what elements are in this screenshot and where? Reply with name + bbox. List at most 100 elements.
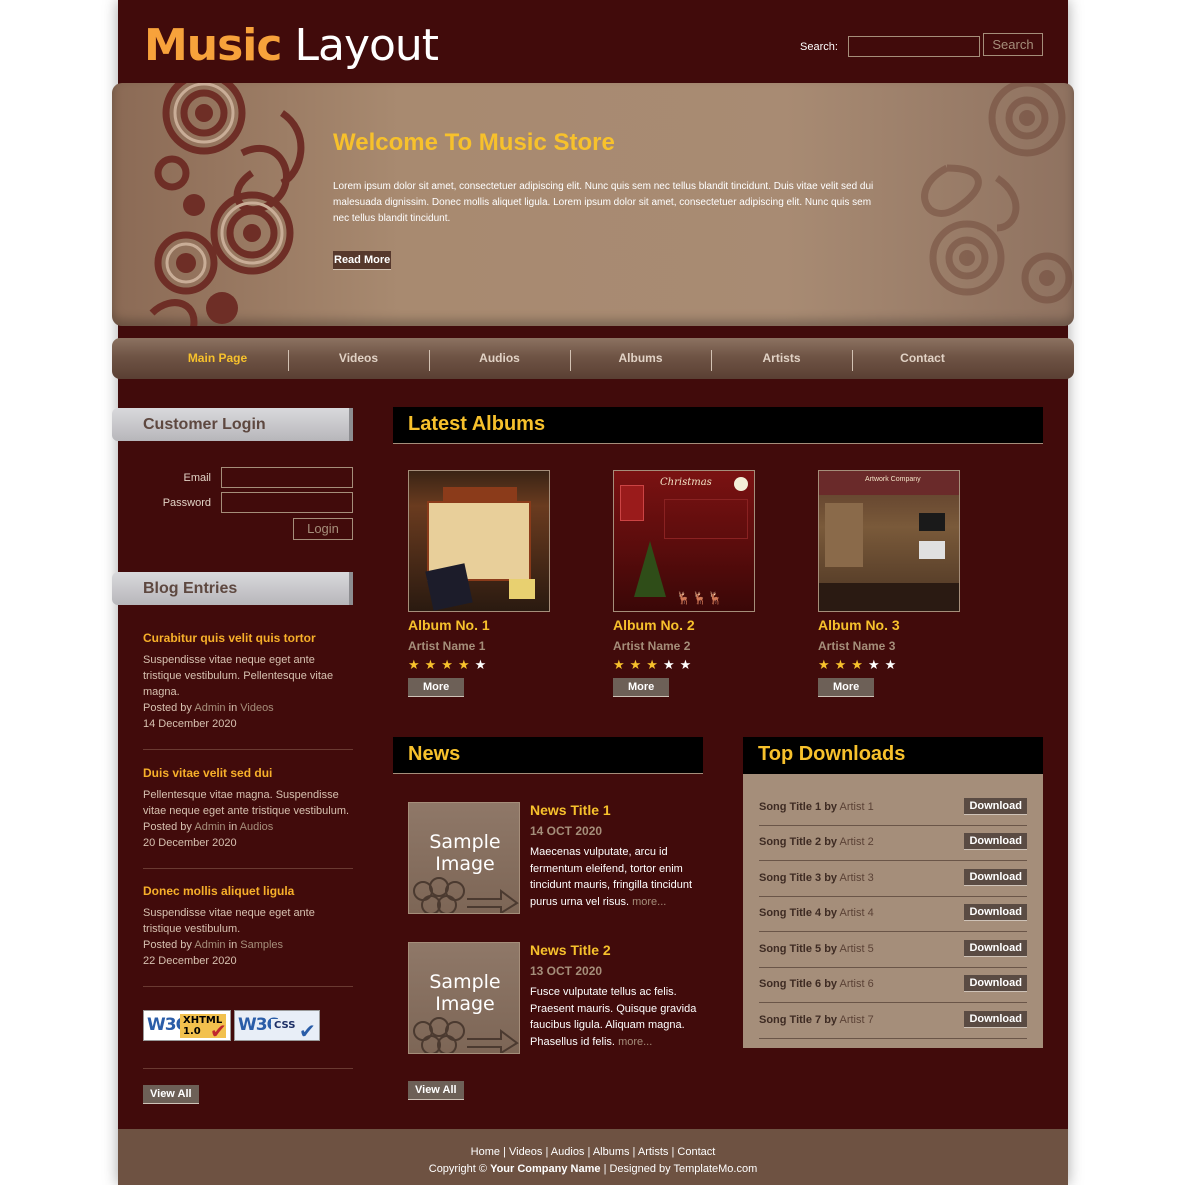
download-row: Song Title 3 by Artist 3 Download: [759, 861, 1027, 897]
search-input[interactable]: [848, 36, 980, 57]
author-link[interactable]: Admin: [194, 702, 225, 714]
blog-entry-title[interactable]: Curabitur quis velit quis tortor: [143, 631, 353, 645]
album-card: Artwork Company Album No. 3 Artist Name …: [818, 470, 968, 697]
blog-entry-title[interactable]: Duis vitae velit sed dui: [143, 766, 353, 780]
nav-item-artists[interactable]: Artists: [711, 351, 852, 365]
w3c-css-badge[interactable]: W3C CSS ✔: [234, 1010, 320, 1043]
footer-link-artists[interactable]: Artists: [638, 1146, 669, 1158]
footer-link-albums[interactable]: Albums: [593, 1146, 630, 1158]
by-label: by: [824, 872, 838, 884]
footer-link-home[interactable]: Home: [471, 1146, 500, 1158]
customer-login-header: Customer Login: [112, 408, 353, 441]
copyright-prefix: Copyright ©: [428, 1163, 487, 1175]
download-button[interactable]: Download: [964, 1011, 1027, 1028]
category-link[interactable]: Videos: [240, 702, 273, 714]
album-more-button[interactable]: More: [408, 678, 465, 697]
password-label: Password: [162, 497, 211, 509]
news-image[interactable]: Sample Image: [408, 802, 520, 914]
song-artist: Artist 7: [839, 1014, 874, 1026]
album-title[interactable]: Album No. 1: [408, 617, 558, 633]
email-label: Email: [183, 472, 211, 484]
news-view-all-button[interactable]: View All: [408, 1081, 464, 1100]
by-label: by: [824, 943, 838, 955]
album-more-button[interactable]: More: [818, 678, 875, 697]
song-title[interactable]: Song Title 2: [759, 836, 821, 848]
footer-link-audios[interactable]: Audios: [551, 1146, 585, 1158]
category-link[interactable]: Samples: [240, 939, 283, 951]
category-link[interactable]: Audios: [240, 821, 274, 833]
divider: [143, 986, 353, 987]
author-link[interactable]: Admin: [194, 939, 225, 951]
news-item-title[interactable]: News Title 1: [530, 802, 611, 818]
news-image[interactable]: Sample Image: [408, 942, 520, 1054]
song-title[interactable]: Song Title 7: [759, 1014, 821, 1026]
author-link[interactable]: Admin: [194, 821, 225, 833]
by-label: by: [824, 801, 838, 813]
posted-by-label: Posted by: [143, 702, 192, 714]
news-more-link[interactable]: more...: [632, 896, 666, 908]
album-cover-text-block: [664, 499, 748, 539]
download-button[interactable]: Download: [964, 798, 1027, 815]
download-song-info: Song Title 7 by Artist 7: [759, 1014, 874, 1026]
song-artist: Artist 2: [839, 836, 874, 848]
download-song-info: Song Title 3 by Artist 3: [759, 872, 874, 884]
designed-by[interactable]: | Designed by TemplateMo.com: [604, 1163, 758, 1175]
download-button[interactable]: Download: [964, 940, 1027, 957]
nav-item-audios[interactable]: Audios: [429, 351, 570, 365]
download-song-info: Song Title 4 by Artist 4: [759, 907, 874, 919]
email-field[interactable]: [221, 467, 353, 488]
news-header: News: [393, 737, 703, 774]
by-label: by: [824, 907, 838, 919]
album-title[interactable]: Album No. 3: [818, 617, 968, 633]
song-title[interactable]: Song Title 4: [759, 907, 821, 919]
album-cover-image[interactable]: Artwork Company: [818, 470, 960, 612]
blog-entry-title[interactable]: Donec mollis aliquet ligula: [143, 884, 353, 898]
album-cover-sidebar: [825, 503, 863, 567]
download-button[interactable]: Download: [964, 904, 1027, 921]
css-badge-label: CSS: [271, 1019, 299, 1032]
news-more-link[interactable]: more...: [618, 1036, 652, 1048]
read-more-button[interactable]: Read More: [333, 251, 392, 270]
download-row: Song Title 2 by Artist 2 Download: [759, 825, 1027, 861]
site-title[interactable]: Music Layout: [144, 20, 439, 72]
footer-link-contact[interactable]: Contact: [677, 1146, 715, 1158]
blog-entry: Duis vitae velit sed dui Pellentesque vi…: [143, 766, 353, 851]
album-card: Album No. 1 Artist Name 1 ★★★★★ More: [408, 470, 558, 697]
checkmark-icon: ✔: [299, 1019, 316, 1043]
download-button[interactable]: Download: [964, 975, 1027, 992]
song-title[interactable]: Song Title 5: [759, 943, 821, 955]
footer-link-videos[interactable]: Videos: [509, 1146, 542, 1158]
news-item-title[interactable]: News Title 2: [530, 942, 611, 958]
download-button[interactable]: Download: [964, 869, 1027, 886]
christmas-tree-icon: [634, 541, 666, 597]
header: Music Layout Search: Search: [118, 0, 1068, 83]
nav-item-videos[interactable]: Videos: [288, 351, 429, 365]
blog-entry-text: Pellentesque vitae magna. Suspendisse vi…: [143, 789, 350, 817]
album-more-button[interactable]: More: [613, 678, 670, 697]
download-row: Song Title 5 by Artist 5 Download: [759, 932, 1027, 968]
site-title-part2: Layout: [294, 20, 439, 71]
album-cover-image[interactable]: Christmas 🦌🦌🦌: [613, 470, 755, 612]
rating-stars: ★★★★★: [408, 657, 492, 672]
w3c-xhtml-badge[interactable]: W3C XHTML 1.0 ✔: [143, 1010, 231, 1043]
blog-entry-text: Suspendisse vitae neque eget ante tristi…: [143, 654, 334, 698]
sample-image-icon: [413, 1017, 519, 1053]
album-cover-caption: Christmas: [660, 477, 712, 488]
album-title[interactable]: Album No. 2: [613, 617, 763, 633]
album-cover-banner: [443, 487, 517, 501]
nav-item-albums[interactable]: Albums: [570, 351, 711, 365]
login-button[interactable]: Login: [293, 518, 353, 540]
song-title[interactable]: Song Title 1: [759, 801, 821, 813]
download-button[interactable]: Download: [964, 833, 1027, 850]
search-button[interactable]: Search: [983, 33, 1043, 56]
song-title[interactable]: Song Title 6: [759, 978, 821, 990]
news-item: Sample Image News Title 2 13 OCT 2020 Fu…: [408, 942, 698, 1054]
nav-item-main-page[interactable]: Main Page: [147, 351, 288, 365]
album-cover-caption: Artwork Company: [865, 476, 921, 483]
password-field[interactable]: [221, 492, 353, 513]
song-title[interactable]: Song Title 3: [759, 872, 821, 884]
album-cover-image[interactable]: [408, 470, 550, 612]
blog-entry: Donec mollis aliquet ligula Suspendisse …: [143, 884, 353, 969]
nav-item-contact[interactable]: Contact: [852, 351, 993, 365]
blog-view-all-button[interactable]: View All: [143, 1085, 199, 1104]
